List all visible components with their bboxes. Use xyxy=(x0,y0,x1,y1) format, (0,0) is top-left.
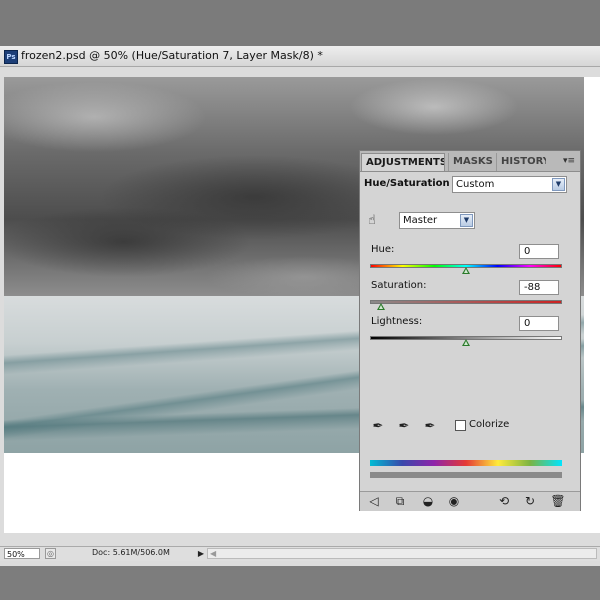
tab-masks[interactable]: MASKS xyxy=(448,153,494,171)
document-statusbar: 50% ◎ Doc: 5.61M/506.0M ▶ ◀ xyxy=(0,546,600,561)
photoshop-app-icon: Ps xyxy=(4,50,18,64)
view-previous-icon[interactable]: ⟲ xyxy=(496,494,512,509)
channel-dropdown[interactable]: Master ▼ xyxy=(399,212,475,229)
output-color-spectrum xyxy=(370,472,562,478)
eyedropper-icon[interactable]: ✒ xyxy=(370,419,386,435)
hue-label: Hue: xyxy=(371,244,395,255)
status-options-icon[interactable]: ◎ xyxy=(45,548,56,559)
hue-slider-thumb[interactable] xyxy=(462,267,470,274)
saturation-input[interactable]: -88 xyxy=(519,280,559,295)
input-color-spectrum xyxy=(370,460,562,466)
adjustment-title: Hue/Saturation xyxy=(364,178,450,189)
document-title: frozen2.psd @ 50% (Hue/Saturation 7, Lay… xyxy=(21,49,323,62)
tab-adjustments[interactable]: ADJUSTMENTS xyxy=(361,153,445,171)
reset-icon[interactable]: ↻ xyxy=(522,494,538,509)
panel-footer: ◁ ⧉ ◒ ◉ ⟲ ↻ 🗑 xyxy=(360,491,580,511)
eyedropper-plus-icon[interactable]: ✒ xyxy=(396,419,412,435)
tab-history[interactable]: HISTORY xyxy=(496,153,546,171)
trash-icon[interactable]: 🗑 xyxy=(550,494,566,509)
lightness-input[interactable]: 0 xyxy=(519,316,559,331)
panel-tab-bar: ADJUSTMENTS MASKS HISTORY ▾≡ xyxy=(360,151,580,172)
colorize-label: Colorize xyxy=(469,419,510,430)
expanded-view-icon[interactable]: ⧉ xyxy=(392,494,408,509)
adjustments-panel: ADJUSTMENTS MASKS HISTORY ▾≡ Hue/Saturat… xyxy=(359,150,581,511)
saturation-label: Saturation: xyxy=(371,280,427,291)
scroll-left-icon[interactable]: ◀ xyxy=(210,548,216,559)
eyedropper-minus-icon[interactable]: ✒ xyxy=(422,419,438,435)
channel-value: Master xyxy=(403,215,438,226)
back-arrow-icon[interactable]: ◁ xyxy=(366,494,382,509)
lightness-slider-thumb[interactable] xyxy=(462,339,470,346)
preset-value: Custom xyxy=(456,179,495,190)
doc-size-info: Doc: 5.61M/506.0M xyxy=(92,548,170,557)
status-menu-arrow-icon[interactable]: ▶ xyxy=(196,548,206,559)
hue-input[interactable]: 0 xyxy=(519,244,559,259)
clip-to-layer-icon[interactable]: ◒ xyxy=(420,494,436,509)
chevron-down-icon[interactable]: ▼ xyxy=(460,214,473,227)
top-background xyxy=(0,0,600,46)
canvas-blank-right xyxy=(584,77,600,453)
targeted-adjustment-hand-icon[interactable]: ☝ xyxy=(368,213,384,229)
saturation-slider-thumb[interactable] xyxy=(377,303,385,310)
panel-menu-icon[interactable]: ▾≡ xyxy=(563,156,577,166)
zoom-level-field[interactable]: 50% xyxy=(4,548,40,559)
saturation-slider-track[interactable] xyxy=(370,300,562,304)
horizontal-scrollbar[interactable] xyxy=(207,548,597,559)
lightness-label: Lightness: xyxy=(371,316,423,327)
colorize-checkbox[interactable] xyxy=(455,420,466,431)
document-titlebar[interactable]: Ps frozen2.psd @ 50% (Hue/Saturation 7, … xyxy=(0,46,600,67)
preset-dropdown[interactable]: Custom ▼ xyxy=(452,176,567,193)
chevron-down-icon[interactable]: ▼ xyxy=(552,178,565,191)
visibility-eye-icon[interactable]: ◉ xyxy=(446,494,462,509)
